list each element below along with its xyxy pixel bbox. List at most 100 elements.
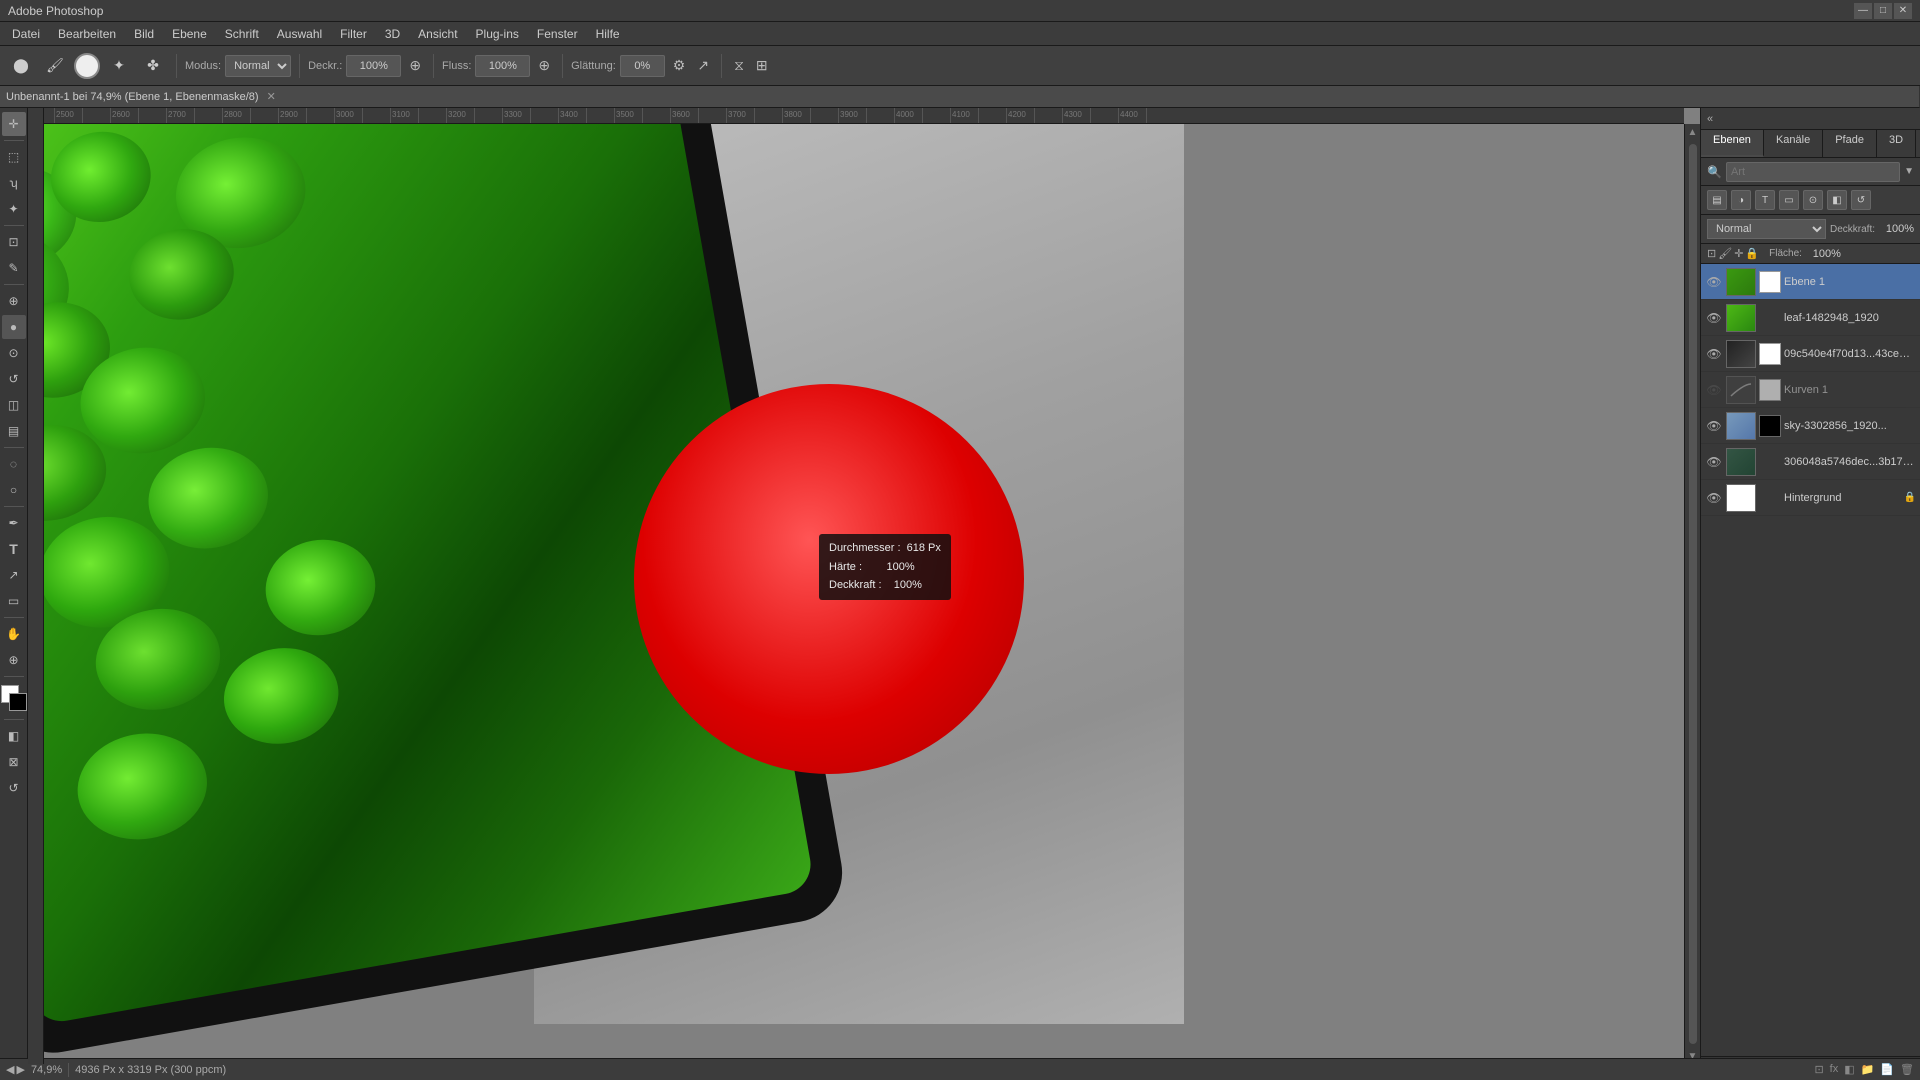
gradient-tool[interactable]: ▤ [2,419,26,443]
layer-row[interactable]: 👁 leaf-1482948_1920 [1701,300,1920,336]
tab-ebenen[interactable]: Ebenen [1701,130,1764,157]
heal-tool[interactable]: ⊕ [2,289,26,313]
modus-select[interactable]: Normal [225,55,291,77]
filter-shape-btn[interactable]: ▭ [1779,190,1799,210]
layer-row[interactable]: 👁 09c540e4f70d13...43ce46bd18f3f2 [1701,336,1920,372]
path-tool[interactable]: ↗ [2,563,26,587]
blur-tool[interactable]: ◌ [2,452,26,476]
brush-mode-tool[interactable]: ✤ [138,51,168,81]
layer-row[interactable]: 👁 sky-3302856_1920... [1701,408,1920,444]
lock-position-icon[interactable]: ✛ [1734,247,1743,260]
status-icon-4[interactable]: 📁 [1861,1063,1875,1076]
fluss-icon[interactable]: ⊕ [534,55,554,76]
status-icon-2[interactable]: fx [1830,1063,1839,1076]
vscrollbar[interactable]: ▲ ▼ [1684,124,1700,1064]
layer-visibility-3[interactable]: 👁 [1705,381,1723,399]
layer-visibility-2[interactable]: 👁 [1705,345,1723,363]
status-arrow-left[interactable]: ◀ [6,1063,14,1076]
screen-mode-tool[interactable]: ⊠ [2,750,26,774]
lock-all-icon[interactable]: 🔒 [1745,247,1759,260]
tab-3d[interactable]: 3D [1877,130,1916,157]
menu-item-filter[interactable]: Filter [332,25,375,43]
lock-transparent-icon[interactable]: ⊡ [1707,247,1716,260]
layer-visibility-6[interactable]: 👁 [1705,489,1723,507]
brush-swatch[interactable] [74,53,100,79]
pen-tool[interactable]: ✒ [2,511,26,535]
fluss-input[interactable] [475,55,530,77]
zoom-tool[interactable]: ⊕ [2,648,26,672]
status-arrow-right[interactable]: ▶ [16,1063,24,1076]
text-tool[interactable]: T [2,537,26,561]
maximize-button[interactable]: □ [1874,3,1892,19]
menu-item-bearbeiten[interactable]: Bearbeiten [50,25,124,43]
brush-option-tool[interactable]: 🖌 [40,51,70,81]
deckraft-input[interactable] [346,55,401,77]
status-arrows[interactable]: ◀ ▶ [6,1063,25,1076]
close-button[interactable]: ✕ [1894,3,1912,19]
deckraft-icon[interactable]: ⊕ [405,55,425,76]
layer-visibility-5[interactable]: 👁 [1705,453,1723,471]
brush-left-tool[interactable]: ● [2,315,26,339]
menu-item-hilfe[interactable]: Hilfe [588,25,628,43]
glattung-input[interactable] [620,55,665,77]
tab-pfade[interactable]: Pfade [1823,130,1877,157]
angle-icon[interactable]: ↗ [693,55,713,76]
layer-visibility-0[interactable]: 👁 [1705,273,1723,291]
clone-tool[interactable]: ⊙ [2,341,26,365]
menu-item-auswahl[interactable]: Auswahl [269,25,330,43]
extra-icon[interactable]: ⊞ [752,55,772,76]
tab-kanaele[interactable]: Kanäle [1764,130,1823,157]
move-tool[interactable]: ✛ [2,112,26,136]
status-icon-3[interactable]: ◧ [1844,1063,1854,1076]
menu-item-bild[interactable]: Bild [126,25,162,43]
eyedropper-tool[interactable]: ✎ [2,256,26,280]
filter-reset-btn[interactable]: ↺ [1851,190,1871,210]
status-icon-1[interactable]: ⊡ [1814,1063,1823,1076]
layer-search-input[interactable] [1726,162,1900,182]
filter-adjust-btn[interactable]: ◑ [1731,190,1751,210]
crop-tool[interactable]: ⊡ [2,230,26,254]
mask-mode-tool[interactable]: ◧ [2,724,26,748]
blend-mode-select[interactable]: Normal [1707,219,1826,239]
selection-tool[interactable]: ⬚ [2,145,26,169]
magic-wand-tool[interactable]: ✦ [2,197,26,221]
lock-pixels-icon[interactable]: 🖌 [1718,247,1732,260]
hand-tool[interactable]: ✋ [2,622,26,646]
panel-search-dropdown[interactable]: ▼ [1904,166,1914,177]
menu-item-fenster[interactable]: Fenster [529,25,586,43]
menu-item-datei[interactable]: Datei [4,25,48,43]
glattung-icon[interactable]: ⚙ [669,55,690,76]
lasso-tool[interactable]: ʮ [2,171,26,195]
filter-type-btn[interactable]: T [1755,190,1775,210]
layer-row[interactable]: 👁 Hintergrund 🔒 [1701,480,1920,516]
dodge-tool[interactable]: ○ [2,478,26,502]
layer-row[interactable]: 👁 306048a5746dec...3b172fb3a6c08 [1701,444,1920,480]
layer-visibility-1[interactable]: 👁 [1705,309,1723,327]
layer-visibility-4[interactable]: 👁 [1705,417,1723,435]
status-icon-6[interactable]: 🗑 [1900,1063,1914,1076]
shape-tool[interactable]: ▭ [2,589,26,613]
panel-collapse-icon[interactable]: « [1707,113,1713,125]
eraser-tool[interactable]: ◫ [2,393,26,417]
menu-item-ansicht[interactable]: Ansicht [410,25,465,43]
history-brush-tool[interactable]: ↺ [2,367,26,391]
symmetry-icon[interactable]: ⧖ [730,55,748,76]
background-color[interactable] [9,693,27,711]
layer-row[interactable]: 👁 Kurven 1 [1701,372,1920,408]
layer-row[interactable]: 👁 Ebene 1 [1701,264,1920,300]
status-icon-5[interactable]: 📄 [1880,1063,1894,1076]
doc-tab-close[interactable]: ✕ [267,90,276,103]
brush-tool[interactable]: ⬤ [6,51,36,81]
menu-item-3d[interactable]: 3D [377,25,408,43]
menu-item-ebene[interactable]: Ebene [164,25,215,43]
rotate-view-tool[interactable]: ↺ [2,776,26,800]
filter-smart-btn[interactable]: ⊙ [1803,190,1823,210]
brush-alt-tool[interactable]: ✦ [104,51,134,81]
menu-item-plug-ins[interactable]: Plug-ins [468,25,527,43]
filter-mask-btn[interactable]: ◧ [1827,190,1847,210]
filter-pixel-btn[interactable]: ▤ [1707,190,1727,210]
vscroll-up-arrow[interactable]: ▲ [1685,124,1701,140]
minimize-button[interactable]: — [1854,3,1872,19]
menu-item-schrift[interactable]: Schrift [217,25,267,43]
vscroll-thumb[interactable] [1689,144,1697,1044]
